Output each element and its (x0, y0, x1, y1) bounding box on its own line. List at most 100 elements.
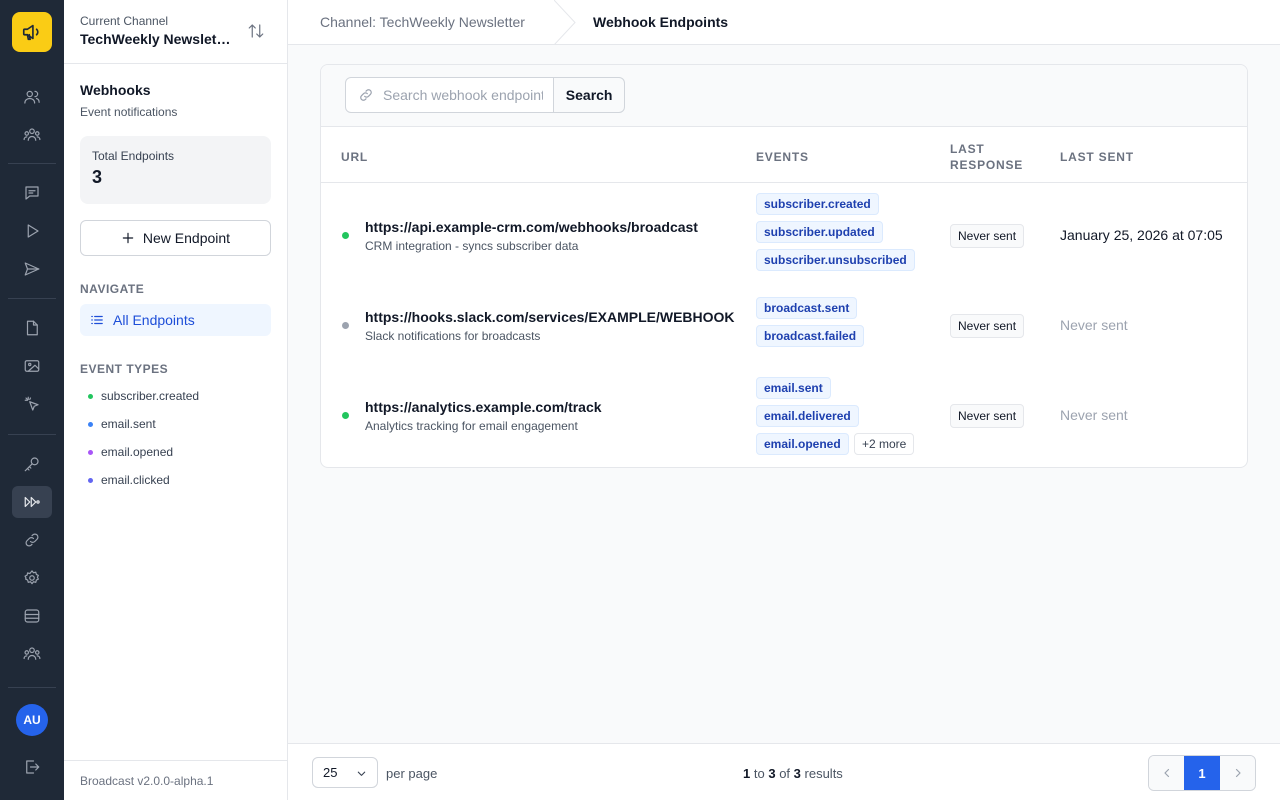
last-response-badge: Never sent (950, 404, 1025, 428)
table-toolbar: Search (321, 65, 1247, 127)
table-header: URL EVENTS LAST RESPONSE LAST SENT (321, 127, 1247, 183)
rail-divider (8, 434, 56, 435)
pager: 1 (1148, 755, 1256, 791)
file-icon[interactable] (12, 312, 52, 344)
key-icon[interactable] (12, 448, 52, 480)
team-icon[interactable] (12, 119, 52, 151)
chevron-down-icon (357, 771, 366, 776)
last-sent-value: Never sent (1060, 317, 1128, 333)
event-tag: email.opened (756, 433, 849, 455)
table-row[interactable]: https://analytics.example.com/track Anal… (321, 377, 1247, 467)
webhooks-sidebar: Current Channel TechWeekly Newsletter We… (64, 0, 288, 800)
breadcrumb-current: Webhook Endpoints (593, 14, 729, 30)
breadcrumb-separator-icon (554, 0, 576, 45)
total-endpoints-stat: Total Endpoints 3 (80, 136, 271, 204)
cursor-click-icon[interactable] (12, 388, 52, 420)
users-icon[interactable] (12, 81, 52, 113)
column-header-last-response[interactable]: LAST RESPONSE (950, 141, 1023, 173)
search-group: Search (345, 77, 625, 113)
breadcrumb-channel[interactable]: Channel: TechWeekly Newsletter (320, 14, 525, 30)
search-field[interactable] (345, 77, 555, 113)
column-header-line: LAST (950, 142, 985, 156)
event-tag: subscriber.updated (756, 221, 883, 243)
channel-label: Current Channel (80, 14, 169, 28)
app-version: Broadcast v2.0.0-alpha.1 (64, 760, 287, 800)
event-tag: broadcast.failed (756, 325, 865, 347)
rail-divider (8, 163, 56, 164)
search-input[interactable] (383, 87, 543, 103)
event-tag: broadcast.sent (756, 297, 858, 319)
section-title: Webhooks (80, 82, 151, 98)
swap-arrows-icon[interactable] (247, 22, 265, 40)
results-from: 1 (743, 766, 751, 781)
results-to-word: to (753, 766, 765, 781)
image-icon[interactable] (12, 350, 52, 382)
event-tag: email.sent (756, 377, 831, 399)
webhook-icon[interactable] (12, 486, 52, 518)
status-dot-icon (342, 322, 349, 329)
new-endpoint-label: New Endpoint (142, 230, 231, 246)
column-header-last-sent[interactable]: LAST SENT (1060, 149, 1134, 165)
event-tag: email.delivered (756, 405, 859, 427)
endpoint-description: Analytics tracking for email engagement (365, 419, 578, 433)
list-icon (91, 315, 103, 325)
chevron-right-icon (1235, 768, 1241, 778)
navigate-heading: NAVIGATE (80, 282, 145, 296)
column-header-line: RESPONSE (950, 158, 1024, 172)
endpoint-url[interactable]: https://api.example-crm.com/webhooks/bro… (365, 219, 698, 235)
event-type-item[interactable]: email.opened (88, 445, 173, 459)
channel-switcher[interactable]: Current Channel TechWeekly Newsletter (64, 0, 287, 64)
status-dot-icon (88, 421, 93, 427)
link-icon[interactable] (12, 524, 52, 556)
chevron-left-icon (1163, 768, 1169, 778)
per-page-label: per page (386, 766, 438, 781)
rail-divider (8, 298, 56, 299)
page-header: Channel: TechWeekly Newsletter Webhook E… (288, 0, 1280, 45)
next-page-button[interactable] (1220, 756, 1255, 790)
event-type-item[interactable]: email.sent (88, 417, 156, 431)
channel-name: TechWeekly Newsletter (80, 31, 232, 47)
table-row[interactable]: https://hooks.slack.com/services/EXAMPLE… (321, 297, 1247, 387)
user-avatar[interactable]: AU (16, 704, 48, 736)
results-word: results (804, 766, 843, 781)
database-icon[interactable] (12, 600, 52, 632)
event-types-heading: EVENT TYPES (80, 362, 169, 376)
page-button-current[interactable]: 1 (1184, 756, 1220, 790)
more-events-tag[interactable]: +2 more (854, 433, 915, 455)
endpoint-url[interactable]: https://hooks.slack.com/services/EXAMPLE… (365, 309, 735, 325)
send-icon[interactable] (12, 253, 52, 285)
group-icon[interactable] (12, 638, 52, 670)
last-sent-value: January 25, 2026 at 07:05 (1060, 227, 1223, 243)
column-header-events[interactable]: EVENTS (756, 149, 809, 165)
search-button[interactable]: Search (554, 77, 625, 113)
last-response-badge: Never sent (950, 314, 1025, 338)
pagination-footer: 25 per page 1 to 3 of 3 results 1 (288, 743, 1280, 800)
event-type-item[interactable]: email.clicked (88, 473, 170, 487)
section-subtitle: Event notifications (80, 105, 178, 119)
results-of-word: of (779, 766, 791, 781)
column-header-url[interactable]: URL (341, 149, 368, 165)
status-dot-icon (88, 449, 93, 455)
new-endpoint-button[interactable]: New Endpoint (80, 220, 271, 256)
nav-all-endpoints-label: All Endpoints (113, 312, 195, 328)
chat-icon[interactable] (12, 177, 52, 209)
results-total: 3 (793, 766, 801, 781)
endpoint-description: Slack notifications for broadcasts (365, 329, 541, 343)
play-icon[interactable] (12, 215, 52, 247)
endpoint-url[interactable]: https://analytics.example.com/track (365, 399, 602, 415)
previous-page-button[interactable] (1149, 756, 1184, 790)
webhook-endpoints-table: Search URL EVENTS LAST RESPONSE LAST SEN… (320, 64, 1248, 468)
event-type-label: email.sent (101, 417, 156, 431)
nav-all-endpoints[interactable]: All Endpoints (80, 304, 271, 336)
status-dot-icon (342, 232, 349, 239)
app-logo-megaphone-icon[interactable] (12, 12, 52, 52)
rail-divider (8, 687, 56, 688)
stat-value: 3 (92, 167, 103, 187)
logout-icon[interactable] (12, 751, 52, 783)
event-type-item[interactable]: subscriber.created (88, 389, 199, 403)
status-dot-icon (342, 412, 349, 419)
settings-icon[interactable] (12, 562, 52, 594)
per-page-select[interactable]: 25 (312, 757, 378, 788)
table-row[interactable]: https://api.example-crm.com/webhooks/bro… (321, 193, 1247, 283)
endpoint-description: CRM integration - syncs subscriber data (365, 239, 579, 253)
